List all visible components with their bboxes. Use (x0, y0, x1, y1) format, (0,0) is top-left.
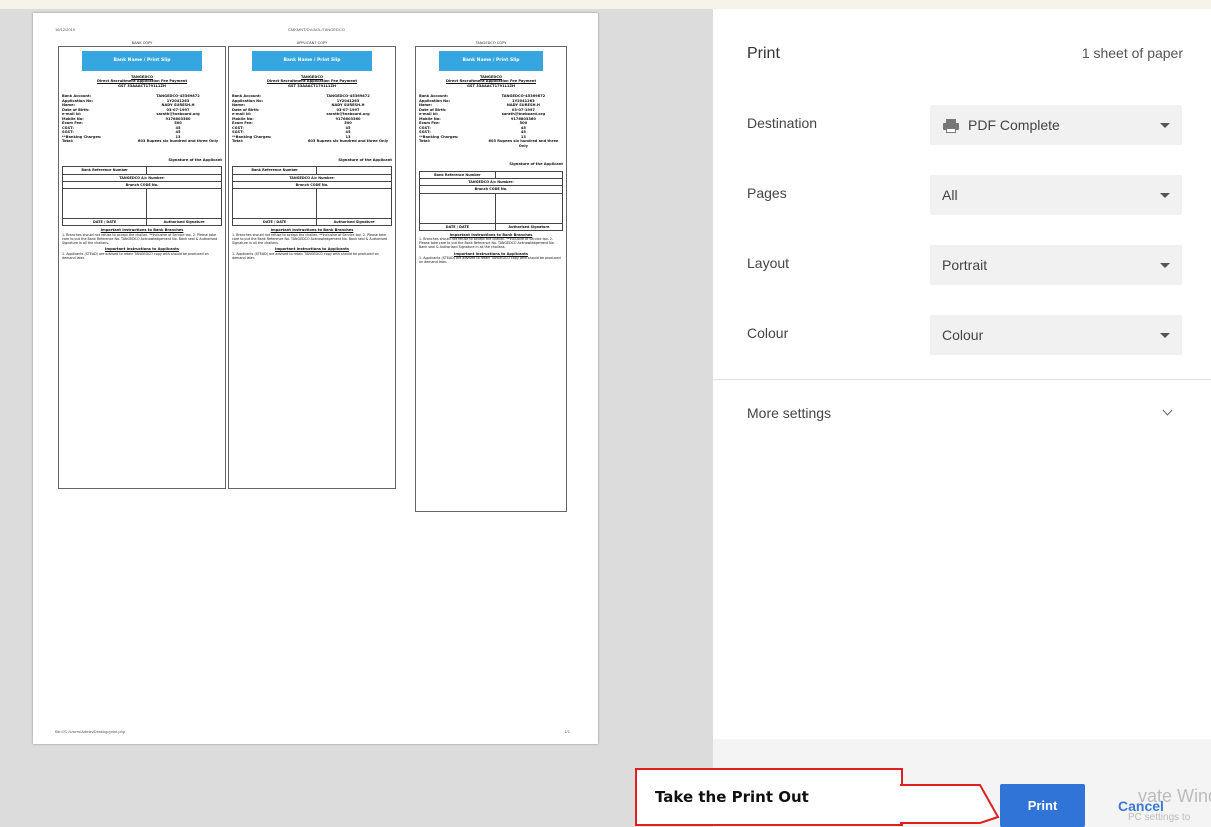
slip-field-row: Total: 603 Rupees six hundred and three O… (62, 139, 222, 143)
field-value: 603 Rupees six hundred and three Only (307, 139, 389, 144)
preview-page: 16/12/2019 CMKMNT/DV/AGL/TANGEDCO BANK C… (33, 13, 598, 744)
applicant-instructions-text: 1. Applicants (STEAD) are advised to ret… (419, 256, 561, 265)
reference-label: Bank Reference Number (61, 166, 148, 175)
reference-label: Bank Reference Number (231, 166, 318, 175)
callout-arrow (900, 784, 1000, 824)
callout-box: Take the Print Out (635, 768, 903, 826)
slip-field-row: Total: 603 Rupees six hundred and three O… (232, 139, 392, 143)
callout-text: Take the Print Out (655, 788, 809, 806)
field-value: 603 Rupees six hundred and three Only (488, 139, 559, 148)
field-value: 603 Rupees six hundred and three Only (137, 139, 219, 144)
instructions-text: 1. Branches should not refuse to accept … (232, 232, 388, 245)
page-header-title: CMKMNT/DV/AGL/TANGEDCO (288, 27, 345, 32)
page-footer-number: 1/1 (564, 729, 570, 734)
field-label: Total: (419, 139, 431, 144)
dropdown-arrow-icon (1160, 193, 1170, 198)
copy-label: BANK COPY (131, 41, 153, 45)
tangedco-label: TANGEDCO A/c Number: (419, 177, 563, 187)
slip-gst: GST 33AAACT1791L1ZH (117, 83, 167, 88)
bank-logo: Bank Name / Print Slip (82, 51, 202, 71)
dropdown-arrow-icon (1160, 333, 1170, 338)
destination-value: PDF Complete (968, 117, 1060, 133)
copy-label: APPLICANT COPY (296, 41, 328, 45)
pages-label: Pages (747, 185, 787, 201)
tangedco-label: TANGEDCO A/c Number: (62, 173, 222, 182)
slip-gst: GST 33AAACT1791L1ZH (466, 83, 516, 88)
slip-gst: GST 33AAACT1791L1ZH (287, 83, 337, 88)
colour-select[interactable]: Colour (930, 315, 1182, 355)
challan-slip: APPLICANT COPY Bank Name / Print Slip TANG… (228, 41, 396, 489)
reference-label: Bank Reference Number (419, 170, 496, 180)
colour-value: Colour (942, 327, 984, 343)
panel-title: Print (747, 45, 780, 62)
branch-code-label: Branch CODE No. (62, 180, 222, 190)
signature-label: Signature of the Applicant (338, 157, 392, 162)
challan-slip: TANGEDCO COPY Bank Name / Print Slip TANGE… (415, 41, 567, 512)
instructions-text: 1. Branches should not refuse to accept … (419, 237, 555, 250)
tangedco-label: TANGEDCO A/c Number: (232, 173, 392, 182)
field-label: Total: (62, 139, 74, 144)
signature-label: Signature of the Applicant (509, 162, 563, 167)
page-header-date: 16/12/2019 (55, 27, 76, 32)
applicant-instructions-text: 1. Applicants (STEAD) are advised to ret… (62, 251, 209, 260)
bank-reference-table: Bank Reference Number TANGEDCO A/c Number… (419, 170, 564, 231)
sheet-count: 1 sheet of paper (1081, 45, 1183, 61)
destination-label: Destination (747, 115, 818, 131)
layout-value: Portrait (942, 257, 988, 273)
more-settings-toggle[interactable]: More settings (747, 405, 831, 421)
pages-select[interactable]: All (930, 175, 1182, 215)
branch-code-label: Branch CODE No. (419, 185, 563, 194)
authorised-signature-label: Authorised Signature (316, 217, 392, 227)
printer-icon (942, 119, 960, 134)
colour-label: Colour (747, 325, 789, 341)
date-label: DATE / DATE (231, 217, 318, 227)
authorised-signature-label: Authorised Signature (146, 217, 222, 227)
authorised-signature-label: Authorised Signature (494, 222, 564, 231)
divider (713, 379, 1211, 380)
copy-label: TANGEDCO COPY (475, 41, 507, 45)
bank-logo: Bank Name / Print Slip (439, 51, 543, 71)
print-settings-panel: Print 1 sheet of paper Destination PDF C… (713, 9, 1211, 827)
branch-code-label: Branch CODE No. (232, 180, 392, 190)
chevron-down-icon[interactable] (1162, 405, 1173, 416)
slip-field-row: Total: 603 Rupees six hundred and three O… (419, 139, 563, 148)
top-strip (0, 0, 1211, 9)
page-footer-url: file:///C:/Users/Admin/Desktop/print.php (55, 729, 126, 734)
print-preview-area[interactable]: 16/12/2019 CMKMNT/DV/AGL/TANGEDCO BANK C… (0, 9, 713, 827)
pages-value: All (942, 187, 958, 203)
bank-reference-table: Bank Reference Number TANGEDCO A/c Number… (61, 166, 222, 227)
challan-slip: BANK COPY Bank Name / Print Slip TANGEDCO D… (58, 41, 226, 489)
applicant-instructions-text: 1. Applicants (STEAD) are advised to ret… (232, 251, 379, 260)
print-button[interactable]: Print (1000, 784, 1085, 827)
bank-reference-table: Bank Reference Number TANGEDCO A/c Number… (231, 166, 392, 227)
bank-logo: Bank Name / Print Slip (252, 51, 372, 71)
layout-label: Layout (747, 255, 790, 271)
instructions-text: 1. Branches should not refuse to accept … (62, 232, 218, 245)
date-label: DATE / DATE (419, 222, 496, 231)
dropdown-arrow-icon (1160, 123, 1170, 128)
signature-label: Signature of the Applicant (168, 157, 222, 162)
destination-select[interactable]: PDF Complete (930, 105, 1182, 145)
field-label: Total: (232, 139, 244, 144)
dropdown-arrow-icon (1160, 263, 1170, 268)
cancel-button[interactable]: Cancel (1118, 798, 1164, 814)
date-label: DATE / DATE (61, 217, 148, 227)
layout-select[interactable]: Portrait (930, 245, 1182, 285)
